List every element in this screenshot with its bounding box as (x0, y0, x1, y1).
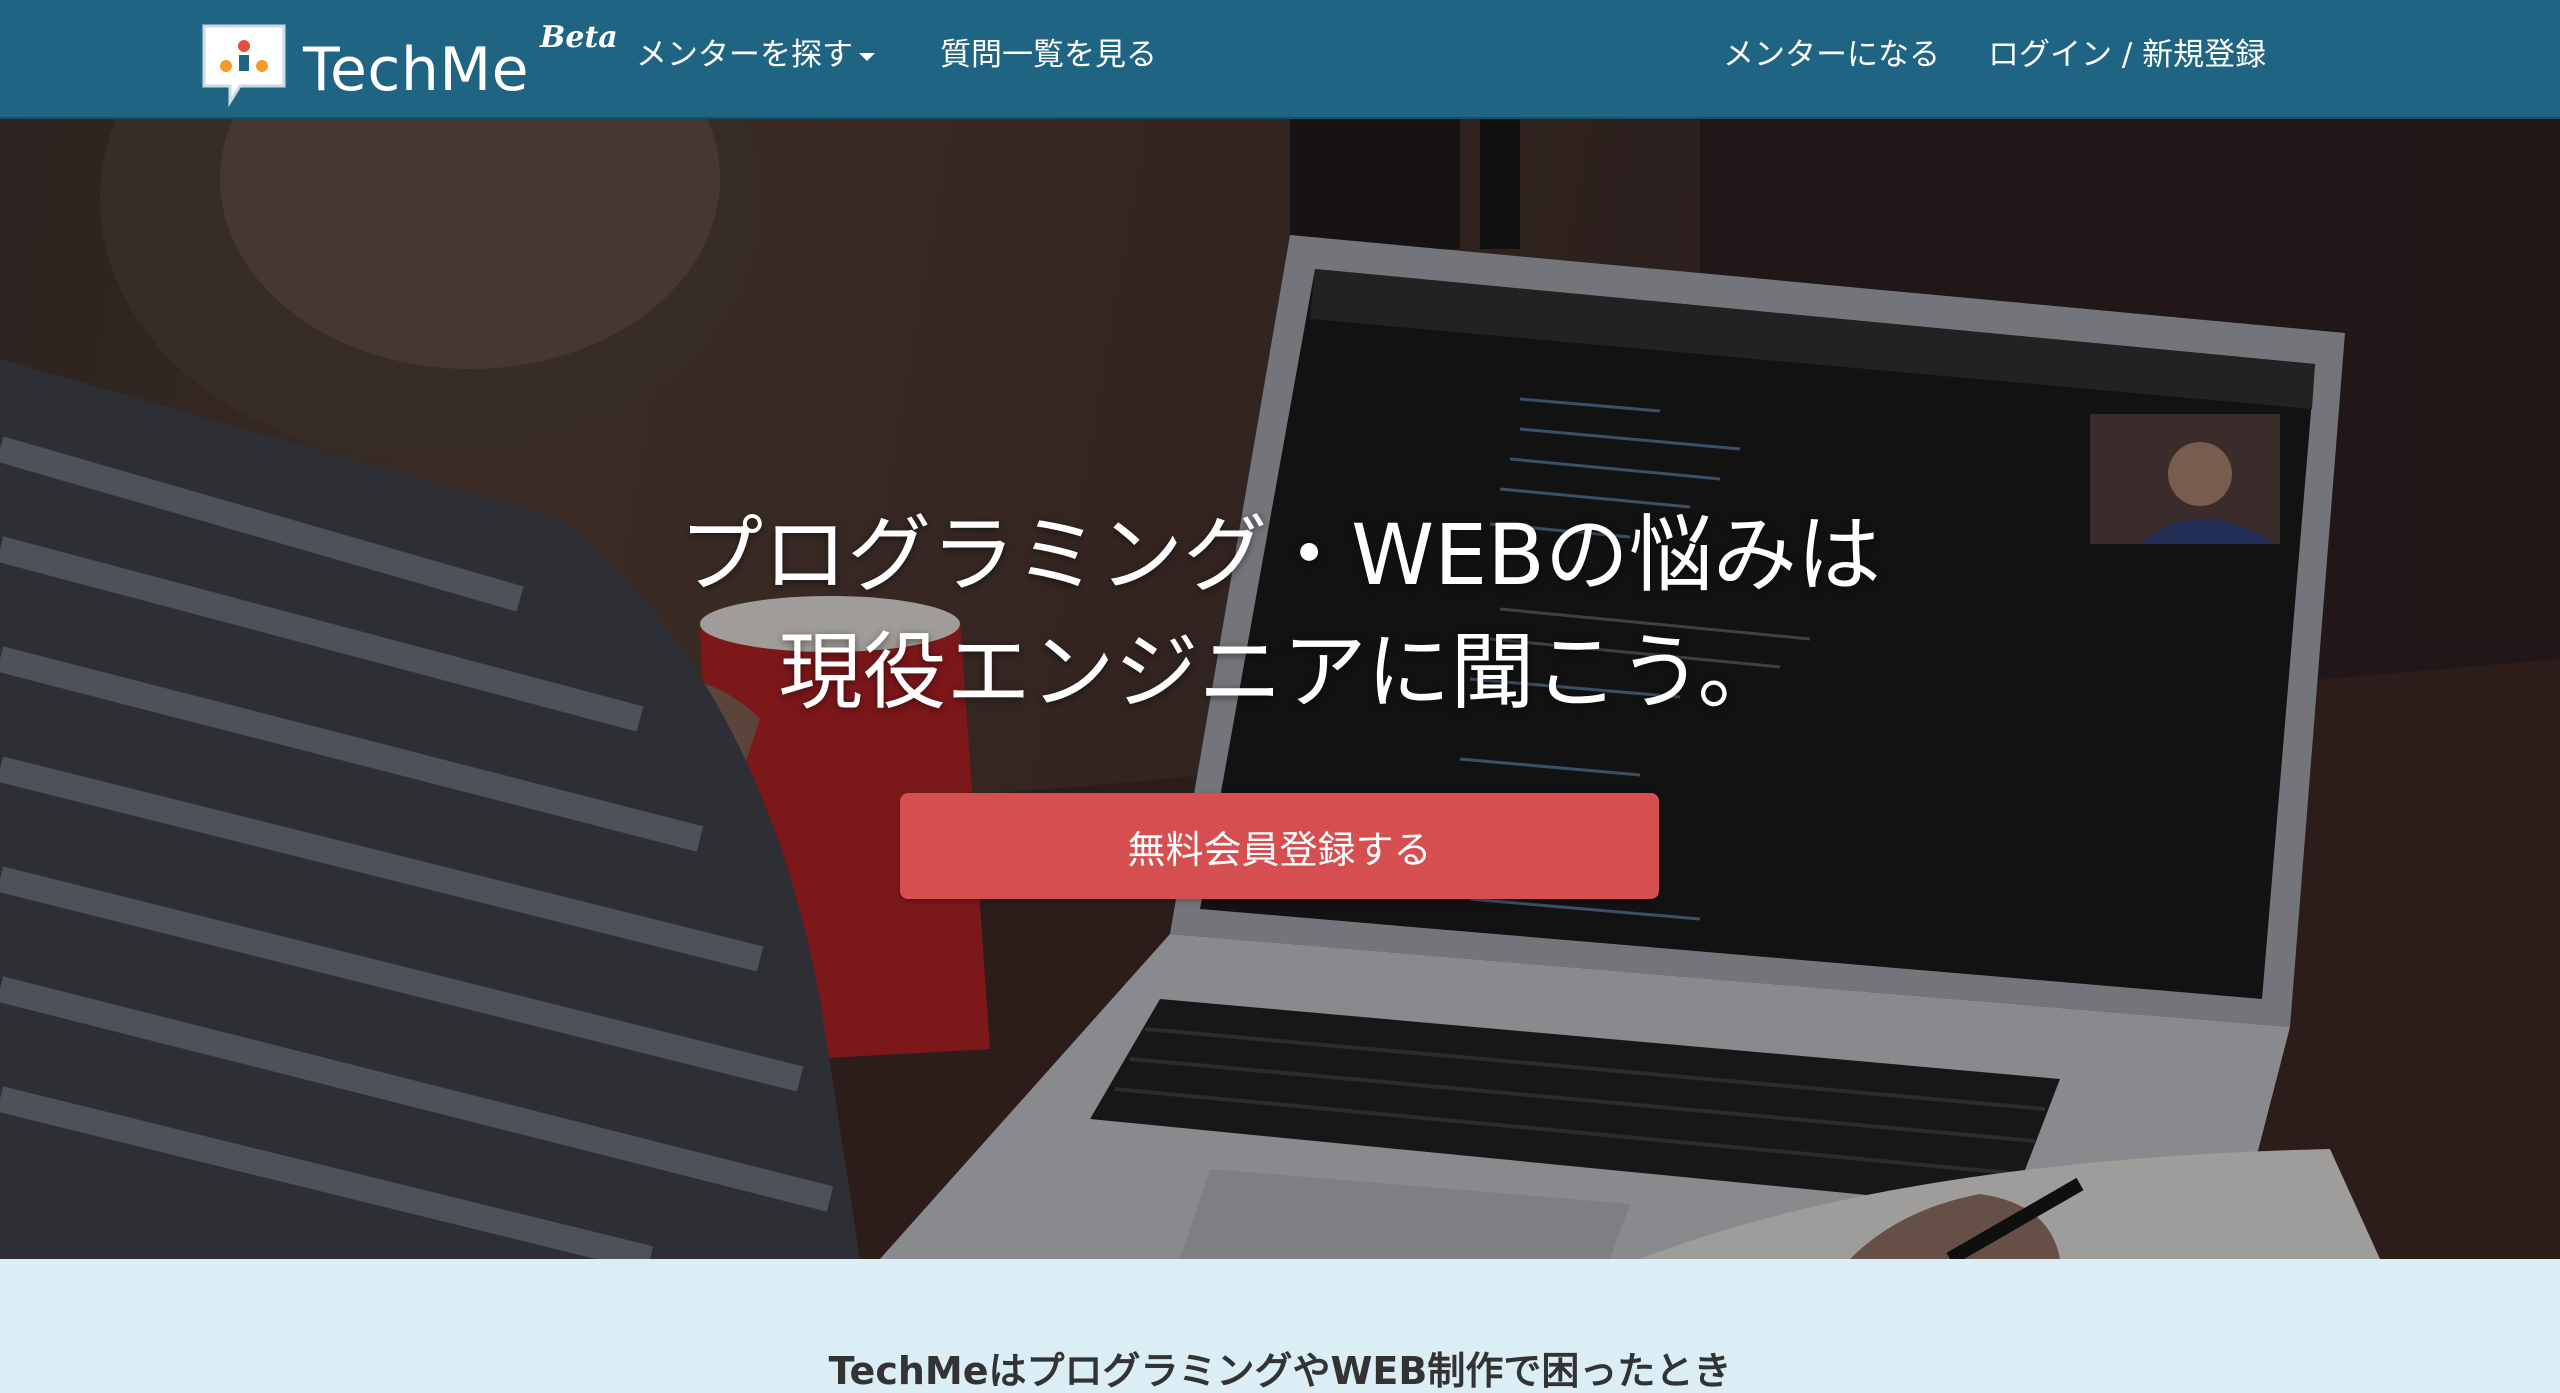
navbar: TechMe Beta メンターを探す 質問一覧を見る メンターになる ログイン… (0, 0, 2560, 119)
hero-section: プログラミング・WEBの悩みは 現役エンジニアに聞こう。 無料会員登録する (0, 119, 2560, 1259)
nav-become-mentor[interactable]: メンターになる (1723, 40, 1940, 71)
beta-badge: Beta (540, 20, 618, 55)
caret-down-icon (859, 52, 875, 61)
speech-bubble-logo-icon (202, 24, 286, 108)
nav-login-signup[interactable]: ログイン / 新規登録 (1988, 40, 2266, 71)
free-signup-button[interactable]: 無料会員登録する (900, 793, 1659, 899)
hero-title-line1: プログラミング・WEBの悩みは (679, 506, 1881, 604)
nav-questions[interactable]: 質問一覧を見る (940, 40, 1157, 71)
nav-find-mentor-label: メンターを探す (636, 37, 853, 73)
intro-text: TechMeはプログラミングやWEB制作で困ったとき (828, 1349, 1732, 1393)
brand-name: TechMe (303, 35, 530, 105)
nav-find-mentor[interactable]: メンターを探す (636, 40, 875, 71)
hero-title-line2: 現役エンジニアに聞こう。 (778, 623, 1782, 721)
brand-logo[interactable]: TechMe Beta (200, 20, 618, 108)
